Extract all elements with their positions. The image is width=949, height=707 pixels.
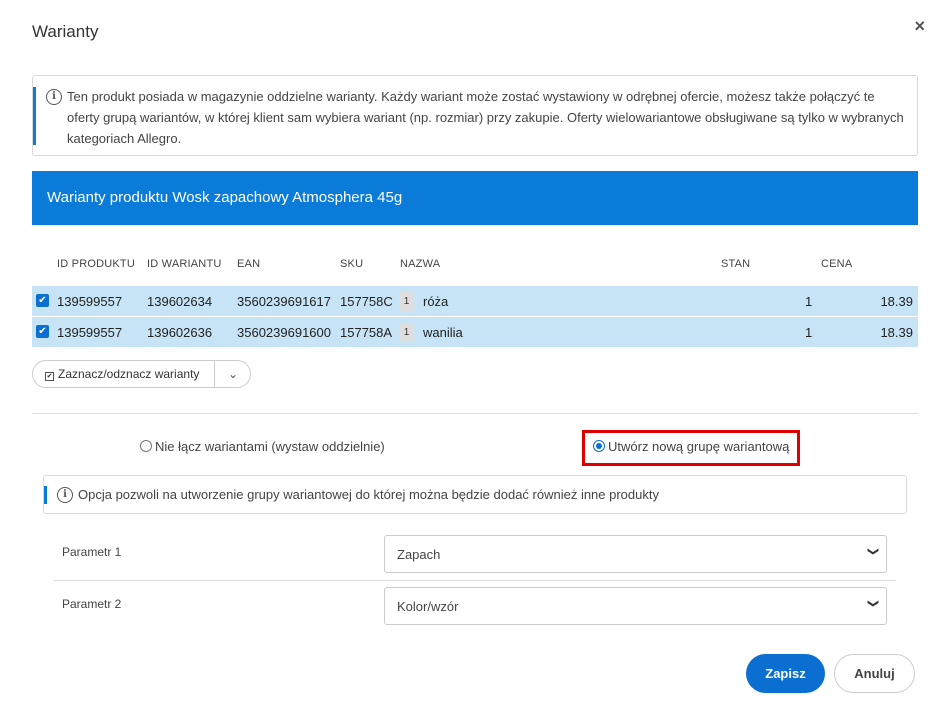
cell-ean: 3560239691600 [237,325,331,340]
cell-id-wariantu: 139602636 [147,325,213,340]
table-row[interactable]: ✔ 139599557 139602634 3560239691617 1577… [32,286,918,317]
info-icon: i [57,487,73,503]
param-1-select[interactable]: Zapach ❯ [384,535,887,573]
chevron-down-icon: ❯ [866,546,879,557]
param-divider [54,580,896,581]
cell-nazwa: róża [423,294,449,309]
toggle-variants-label: Zaznacz/odznacz warianty [58,367,200,381]
modal-title: Warianty [32,22,99,41]
info-accent-bar [33,87,36,145]
info-accent-bar [44,486,47,504]
cell-nazwa: wanilia [423,325,463,340]
cell-cena: 18.39 [880,294,913,309]
col-cena: CENA [821,258,853,270]
param-2-select[interactable]: Kolor/wzór ❯ [384,587,887,625]
param-label: Parametr 1 [62,545,122,559]
info-text: Ten produkt posiada w magazynie oddzieln… [67,89,904,146]
row-checkbox[interactable]: ✔ [36,294,49,307]
info-icon: i [46,89,62,105]
cell-stan: 1 [805,294,813,309]
table-row[interactable]: ✔ 139599557 139602636 3560239691600 1577… [32,317,918,348]
col-id-produktu: ID PRODUKTU [57,258,135,270]
variants-header: Warianty produktu Wosk zapachowy Atmosph… [32,171,918,225]
row-checkbox[interactable]: ✔ [36,325,49,338]
chevron-down-icon[interactable]: ⌄ [215,361,251,387]
cell-id-wariantu: 139602634 [147,294,213,309]
cell-id-produktu: 139599557 [57,325,123,340]
radio-option-separate[interactable]: Nie łącz wariantami (wystaw oddzielnie) [140,439,385,454]
cell-ean: 3560239691617 [237,294,331,309]
toggle-variants-split-button: ✔ Zaznacz/odznacz warianty ⌄ [32,360,251,388]
info-box: i Ten produkt posiada w magazynie oddzie… [32,75,918,156]
cell-sku: 157758C [340,294,393,309]
cell-cena: 18.39 [880,325,913,340]
group-hint-box: i Opcja pozwoli na utworzenie grupy wari… [43,475,907,514]
col-sku: SKU [340,258,364,270]
section-divider [32,413,918,414]
qty-badge: 1 [399,292,414,311]
select-value: Zapach [397,547,441,562]
highlight-box [582,430,800,466]
param-label: Parametr 2 [62,597,122,611]
col-ean: EAN [237,258,261,270]
chevron-down-icon: ❯ [866,598,879,609]
cell-stan: 1 [805,325,813,340]
radio-button[interactable] [140,440,152,452]
col-stan: STAN [721,258,751,270]
group-hint-text: Opcja pozwoli na utworzenie grupy warian… [78,487,659,502]
toggle-variants-button[interactable]: ✔ Zaznacz/odznacz warianty [33,361,214,387]
cancel-button[interactable]: Anuluj [834,654,915,693]
cell-sku: 157758A [340,325,393,340]
save-button[interactable]: Zapisz [746,654,825,693]
variants-modal: Warianty × i Ten produkt posiada w magaz… [0,0,949,707]
qty-badge: 1 [399,323,414,342]
cell-id-produktu: 139599557 [57,294,123,309]
select-value: Kolor/wzór [397,599,459,614]
radio-label: Nie łącz wariantami (wystaw oddzielnie) [155,439,385,454]
col-id-wariantu: ID WARIANTU [147,258,222,270]
checkbox-icon: ✔ [45,372,54,381]
col-nazwa: NAZWA [400,258,441,270]
close-icon[interactable]: × [914,17,925,35]
